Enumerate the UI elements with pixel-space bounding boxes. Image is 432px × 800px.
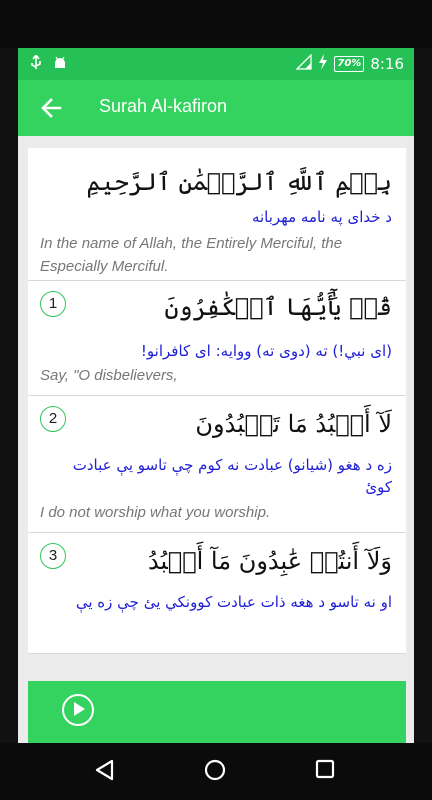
verse-english: Say, "O disbelievers,	[40, 367, 178, 384]
verse-arabic: وَلَآ أَنتُمۡ عَٰبِدُونَ مَآ أَعۡبُدُ	[147, 547, 392, 575]
bismillah-card: بِسۡمِ ٱللَّهِ ٱلرَّحۡمَٰنِ ٱلرَّحِيمِ د…	[28, 148, 406, 281]
app-bar: Surah Al-kafiron	[18, 80, 414, 136]
audio-player-bar	[28, 681, 406, 743]
verse-card[interactable]: 3 وَلَآ أَنتُمۡ عَٰبِدُونَ مَآ أَعۡبُدُ …	[28, 533, 406, 654]
verse-english: I do not worship what you worship.	[40, 504, 271, 521]
circle-home-icon[interactable]	[204, 759, 226, 785]
screen: 70% 8:16 Surah Al-kafiron بِسۡمِ ٱللَّهِ…	[18, 48, 414, 743]
verse-number: 2	[40, 406, 66, 432]
play-circle-icon[interactable]	[62, 694, 94, 726]
bismillah-arabic: بِسۡمِ ٱللَّهِ ٱلرَّحۡمَٰنِ ٱلرَّحِيمِ	[86, 168, 393, 196]
verse-number: 1	[40, 291, 66, 317]
verse-arabic: لَآ أَعۡبُدُ مَا تَعۡبُدُونَ	[195, 410, 392, 438]
device-top-bezel	[0, 0, 432, 48]
usb-icon	[30, 53, 42, 75]
arrow-left-icon[interactable]	[38, 94, 66, 122]
verse-list[interactable]: بِسۡمِ ٱللَّهِ ٱلرَّحۡمَٰنِ ٱلرَّحِيمِ د…	[28, 148, 406, 673]
verse-number: 3	[40, 543, 66, 569]
verse-translation: (ای نبي!) ته (دوی ته) ووایه: ای کافرانو!	[140, 342, 392, 360]
signal-icon	[295, 53, 313, 74]
system-navigation-bar	[0, 743, 432, 800]
android-icon	[52, 55, 68, 75]
verse-card[interactable]: 1 قُلۡ يَٰٓأَيُّهَا ٱلۡكَٰفِرُونَ (ای نب…	[28, 281, 406, 396]
bismillah-translation: د خدای په نامه مهربانه	[251, 208, 392, 226]
clock: 8:16	[370, 55, 404, 73]
bismillah-english: In the name of Allah, the Entirely Merci…	[40, 235, 343, 275]
status-bar: 70% 8:16	[18, 48, 414, 80]
verse-translation: او نه تاسو د هغه ذات عبادت کوونکي يئ چې …	[75, 593, 392, 611]
verse-translation: زه د هغو (شیانو) عبادت نه کوم چې تاسو يې…	[72, 456, 392, 496]
triangle-back-icon[interactable]	[94, 759, 116, 785]
page-title: Surah Al-kafiron	[99, 96, 228, 116]
battery-indicator: 70%	[334, 56, 365, 72]
square-recent-icon[interactable]	[315, 759, 335, 783]
verse-arabic: قُلۡ يَٰٓأَيُّهَا ٱلۡكَٰفِرُونَ	[164, 293, 392, 321]
charging-icon	[318, 54, 328, 74]
verse-card[interactable]: 2 لَآ أَعۡبُدُ مَا تَعۡبُدُونَ زه د هغو …	[28, 396, 406, 533]
